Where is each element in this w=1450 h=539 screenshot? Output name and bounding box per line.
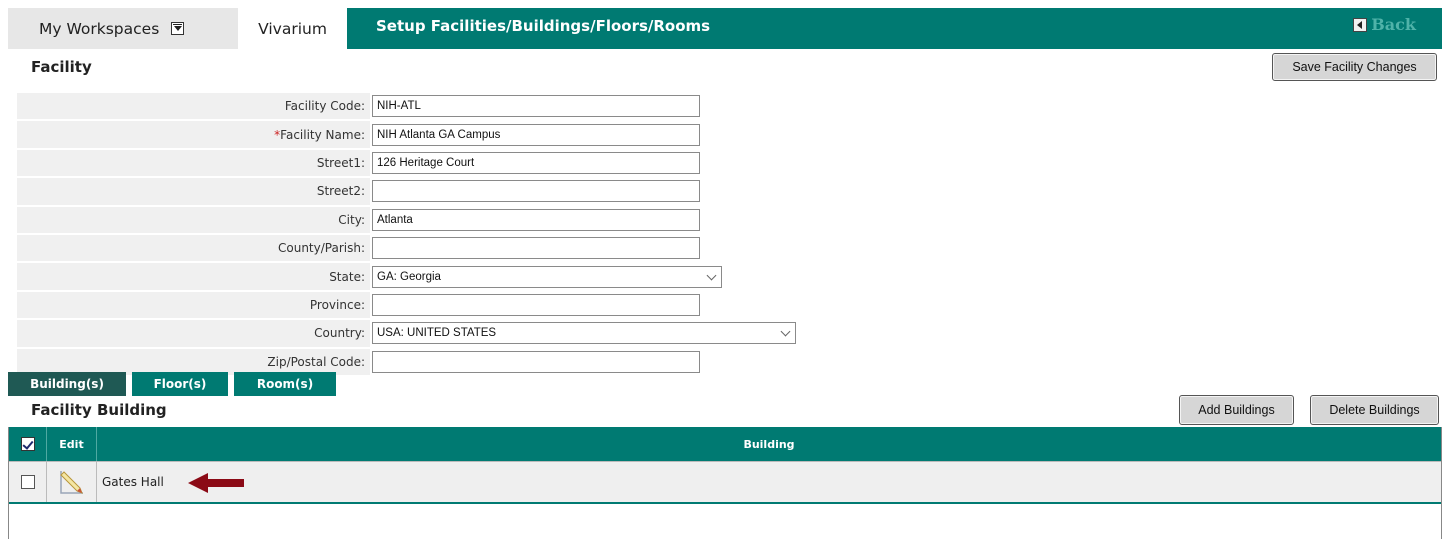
zip-postal-input[interactable] bbox=[372, 350, 700, 373]
state-select[interactable]: GA: Georgia bbox=[372, 265, 722, 288]
field-label: Street2: bbox=[316, 184, 365, 199]
facility-building-title: Facility Building bbox=[31, 401, 167, 419]
chevron-down-icon bbox=[780, 326, 791, 337]
facility-name-input[interactable]: NIH Atlanta GA Campus bbox=[372, 123, 700, 146]
tab-rooms[interactable]: Room(s) bbox=[234, 372, 336, 396]
grid-header: Edit Building bbox=[9, 427, 1441, 461]
edit-column-header: Edit bbox=[47, 427, 97, 461]
facility-form: Facility Code: NIH-ATL *Facility Name: N… bbox=[17, 92, 1437, 376]
field-label: City: bbox=[338, 212, 365, 227]
facility-code-input[interactable]: NIH-ATL bbox=[372, 95, 700, 118]
field-label: Country: bbox=[314, 326, 365, 341]
dropdown-icon[interactable] bbox=[171, 22, 185, 35]
form-row-county: County/Parish: bbox=[17, 234, 1437, 262]
pencil-icon[interactable] bbox=[58, 468, 86, 496]
form-row-facility-code: Facility Code: NIH-ATL bbox=[17, 92, 1437, 120]
tab-vivarium[interactable]: Vivarium bbox=[238, 8, 347, 49]
country-select-value: USA: UNITED STATES bbox=[377, 327, 497, 340]
facility-section-title: Facility bbox=[31, 58, 92, 76]
form-row-province: Province: bbox=[17, 291, 1437, 319]
my-workspaces-label: My Workspaces bbox=[39, 19, 160, 38]
select-all-header[interactable] bbox=[9, 427, 47, 461]
form-row-city: City: Atlanta bbox=[17, 206, 1437, 234]
page-title: Setup Facilities/Buildings/Floors/Rooms bbox=[376, 17, 711, 35]
add-buildings-button[interactable]: Add Buildings bbox=[1179, 395, 1294, 425]
building-name-cell: Gates Hall bbox=[102, 475, 164, 489]
street2-input[interactable] bbox=[372, 180, 700, 203]
red-arrow-icon bbox=[188, 473, 244, 493]
edit-cell bbox=[47, 462, 97, 502]
city-input[interactable]: Atlanta bbox=[372, 208, 700, 231]
row-checkbox[interactable] bbox=[20, 475, 35, 489]
form-row-facility-name: *Facility Name: NIH Atlanta GA Campus bbox=[17, 120, 1437, 149]
field-label: Province: bbox=[309, 297, 365, 312]
street1-input[interactable]: 126 Heritage Court bbox=[372, 151, 700, 174]
field-label: Street1: bbox=[316, 155, 365, 170]
subtab-bar: Building(s) Floor(s) Room(s) bbox=[8, 372, 336, 396]
form-row-state: State: GA: Georgia bbox=[17, 262, 1437, 291]
field-label: County/Parish: bbox=[278, 241, 365, 256]
form-row-street1: Street1: 126 Heritage Court bbox=[17, 149, 1437, 177]
checklist-icon bbox=[20, 437, 35, 451]
field-label: State: bbox=[329, 269, 365, 284]
back-label: Back bbox=[1371, 15, 1416, 34]
facility-name-label: Facility Name: bbox=[280, 127, 365, 142]
field-label: Facility Code: bbox=[284, 99, 365, 114]
building-column-header[interactable]: Building bbox=[97, 427, 1441, 461]
state-select-value: GA: Georgia bbox=[377, 270, 441, 283]
tab-floors[interactable]: Floor(s) bbox=[132, 372, 228, 396]
chevron-down-icon bbox=[706, 270, 717, 280]
field-label: Zip/Postal Code: bbox=[267, 354, 365, 369]
save-facility-changes-button[interactable]: Save Facility Changes bbox=[1272, 53, 1437, 81]
back-button[interactable]: Back bbox=[1353, 15, 1416, 34]
field-label: *Facility Name: bbox=[17, 128, 369, 142]
county-parish-input[interactable] bbox=[372, 237, 700, 260]
back-arrow-icon bbox=[1353, 17, 1368, 32]
tab-buildings[interactable]: Building(s) bbox=[8, 372, 126, 396]
country-select[interactable]: USA: UNITED STATES bbox=[372, 322, 796, 345]
row-select-cell bbox=[9, 462, 47, 502]
tab-my-workspaces[interactable]: My Workspaces bbox=[8, 8, 238, 49]
form-row-street2: Street2: bbox=[17, 177, 1437, 205]
form-row-country: Country: USA: UNITED STATES bbox=[17, 319, 1437, 347]
province-input[interactable] bbox=[372, 293, 700, 316]
delete-buildings-button[interactable]: Delete Buildings bbox=[1310, 395, 1439, 425]
